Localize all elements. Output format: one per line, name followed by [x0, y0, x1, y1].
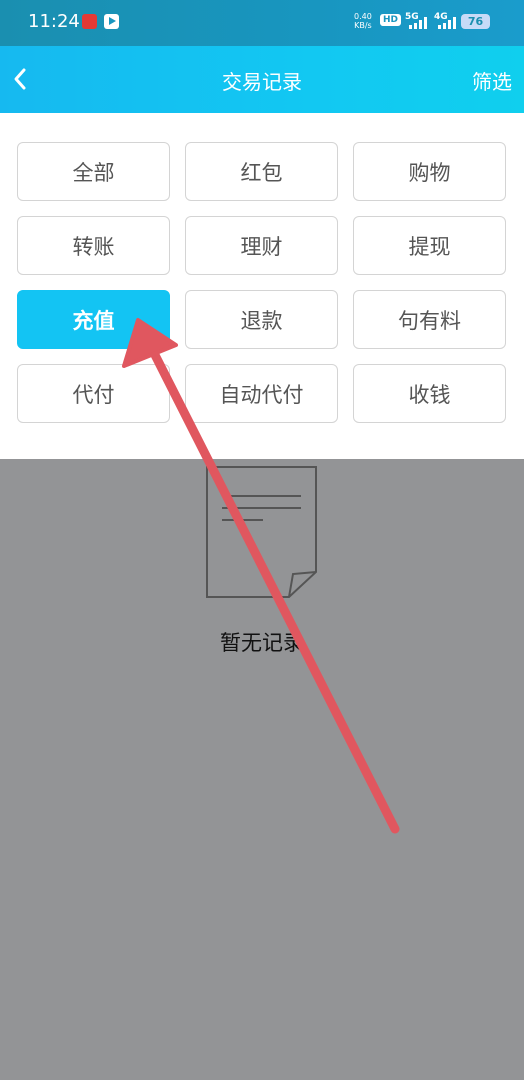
annotation-arrow-icon	[122, 318, 400, 834]
